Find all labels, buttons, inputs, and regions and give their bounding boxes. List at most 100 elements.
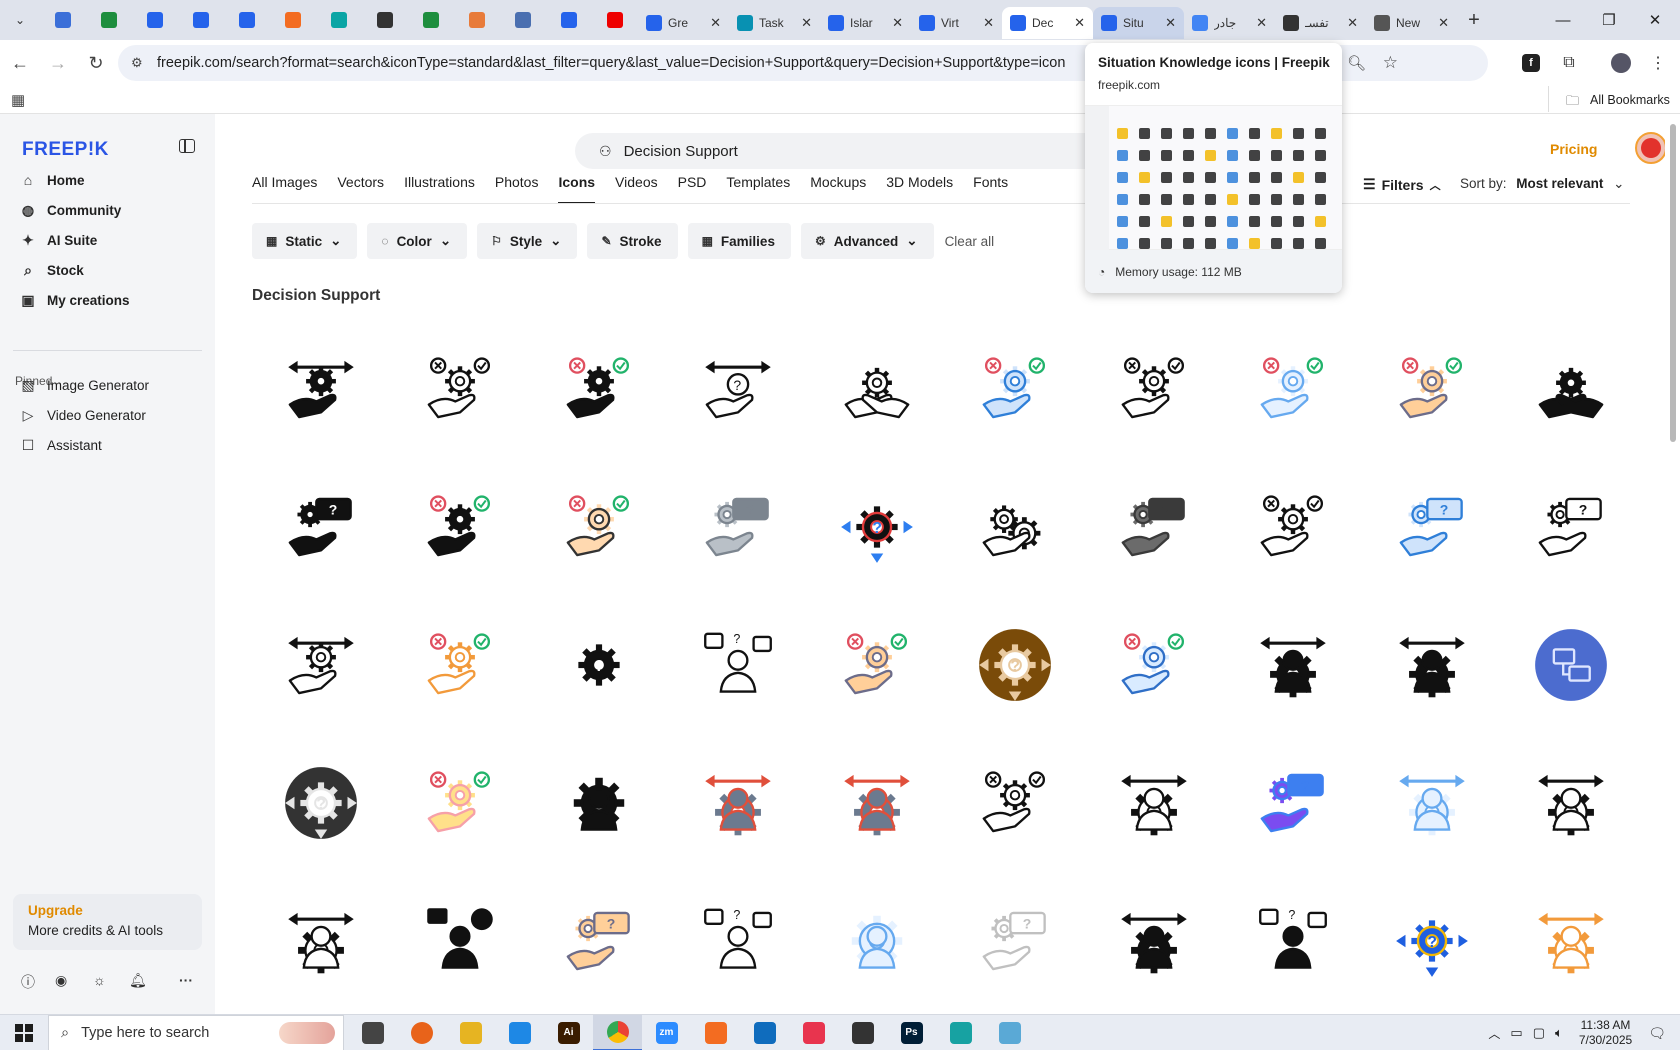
browser-tab[interactable]: Task ✕ xyxy=(729,7,820,39)
tab-all-images[interactable]: All Images xyxy=(252,174,317,204)
taskbar-search-placeholder[interactable]: Type here to search xyxy=(81,1025,209,1041)
theme-sun-icon[interactable]: ☼ xyxy=(93,972,106,988)
more-dots-icon[interactable]: ··· xyxy=(179,972,193,988)
sidebar-item-video-generator[interactable]: ▷ Video Generator xyxy=(20,400,202,430)
icon-result-card[interactable] xyxy=(1501,320,1640,458)
zoom-icon[interactable]: 🔍︎ xyxy=(1347,54,1366,72)
icon-result-card[interactable] xyxy=(530,320,669,458)
icon-result-card[interactable] xyxy=(391,320,530,458)
sidebar-item-assistant[interactable]: ☐ Assistant xyxy=(20,430,202,460)
pinned-tab-9[interactable] xyxy=(454,0,500,40)
icon-result-card[interactable] xyxy=(1501,596,1640,734)
icon-result-card[interactable]: ? xyxy=(946,596,1085,734)
icon-result-card[interactable] xyxy=(1362,596,1501,734)
pinned-tab-3[interactable] xyxy=(178,0,224,40)
pinned-tab-6[interactable] xyxy=(316,0,362,40)
scrollbar-thumb[interactable] xyxy=(1670,124,1676,442)
tab-close-icon[interactable]: ✕ xyxy=(1438,15,1449,31)
tab-vectors[interactable]: Vectors xyxy=(337,174,384,204)
icon-result-card[interactable] xyxy=(807,320,946,458)
pinned-tab-2[interactable] xyxy=(132,0,178,40)
tab-close-icon[interactable]: ✕ xyxy=(801,15,812,31)
sidebar-item-my-creations[interactable]: ▣ My creations xyxy=(20,285,202,315)
extension-f-icon[interactable]: f xyxy=(1517,49,1545,77)
all-bookmarks-link[interactable]: All Bookmarks xyxy=(1590,93,1670,107)
pinned-tab-8[interactable] xyxy=(408,0,454,40)
icon-result-card[interactable] xyxy=(807,596,946,734)
taskbar-app-vscode[interactable] xyxy=(495,1015,544,1050)
upgrade-title[interactable]: Upgrade xyxy=(28,903,187,918)
icon-result-card[interactable] xyxy=(1085,596,1224,734)
tab-3d-models[interactable]: 3D Models xyxy=(886,174,953,204)
icon-result-card[interactable]: ? xyxy=(668,872,807,1010)
icon-result-card[interactable]: ? xyxy=(668,596,807,734)
pinned-tab-12[interactable] xyxy=(592,0,638,40)
reload-button[interactable]: ↻ xyxy=(78,45,114,81)
forward-button[interactable]: → xyxy=(40,45,76,81)
icon-result-card[interactable] xyxy=(1501,872,1640,1010)
taskbar-app-outlook[interactable] xyxy=(740,1015,789,1050)
sidebar-item-stock[interactable]: ⌕ Stock xyxy=(20,255,202,285)
icon-result-card[interactable]: ? xyxy=(1085,458,1224,596)
icon-result-card[interactable]: ? xyxy=(1362,872,1501,1010)
icon-result-card[interactable] xyxy=(807,734,946,872)
pinned-tab-10[interactable] xyxy=(500,0,546,40)
icon-result-card[interactable] xyxy=(252,320,391,458)
tab-search-button[interactable]: ⌄ xyxy=(0,0,40,40)
sidebar-item-ai-suite[interactable]: ✦ AI Suite xyxy=(20,225,202,255)
bell-icon[interactable]: 🔔︎ xyxy=(129,972,147,989)
upgrade-card[interactable]: Upgrade More credits & AI tools xyxy=(13,894,202,950)
icon-result-card[interactable]: ? xyxy=(1362,458,1501,596)
icon-result-card[interactable]: ? xyxy=(252,458,391,596)
volume-icon[interactable]: 🔈︎ xyxy=(1555,1025,1563,1041)
icon-result-card[interactable] xyxy=(391,458,530,596)
icon-result-card[interactable] xyxy=(252,872,391,1010)
filter-chip-color[interactable]: ◌ Color ⌄ xyxy=(367,223,468,259)
filter-chip-families[interactable]: ▦ Families xyxy=(687,223,791,259)
browser-tab[interactable]: تفسـ ✕ xyxy=(1275,7,1366,39)
taskbar-app-app-notepad[interactable] xyxy=(985,1015,1034,1050)
taskbar-app-file-explorer[interactable] xyxy=(446,1015,495,1050)
tab-close-icon[interactable]: ✕ xyxy=(1347,15,1358,31)
icon-result-card[interactable] xyxy=(1224,458,1363,596)
search-value[interactable]: Decision Support xyxy=(624,143,738,160)
icon-result-card[interactable]: ? xyxy=(530,872,669,1010)
icon-result-card[interactable]: ? xyxy=(252,734,391,872)
icon-result-card[interactable]: ? xyxy=(668,320,807,458)
icon-result-card[interactable] xyxy=(530,734,669,872)
discord-icon[interactable]: ◉ xyxy=(55,972,67,989)
sidebar-toggle-icon[interactable] xyxy=(179,139,195,153)
filters-button[interactable]: ☰ Filters ︿ xyxy=(1363,176,1441,193)
start-button[interactable] xyxy=(0,1015,48,1050)
tab-photos[interactable]: Photos xyxy=(495,174,539,204)
site-info-icon[interactable]: ⚙ xyxy=(131,55,143,71)
tab-close-icon[interactable]: ✕ xyxy=(983,15,994,31)
icon-result-card[interactable] xyxy=(391,734,530,872)
tab-videos[interactable]: Videos xyxy=(615,174,658,204)
kebab-menu-icon[interactable]: ⋮ xyxy=(1644,49,1672,77)
sidebar-item-home[interactable]: ⌂ Home xyxy=(20,165,202,195)
tab-close-icon[interactable]: ✕ xyxy=(1074,15,1085,31)
sort-value[interactable]: Most relevant xyxy=(1516,176,1603,191)
tab-close-icon[interactable]: ✕ xyxy=(1165,15,1176,31)
restore-button[interactable]: ❐ xyxy=(1586,0,1632,40)
taskbar-app-illustrator[interactable]: Ai xyxy=(544,1015,593,1050)
back-button[interactable]: ← xyxy=(2,45,38,81)
url-text[interactable]: freepik.com/search?format=search&iconTyp… xyxy=(157,55,1065,71)
browser-tab[interactable]: New ✕ xyxy=(1366,7,1457,39)
freepik-logo[interactable]: FREEP!K xyxy=(22,139,109,161)
taskbar-app-pen-tool[interactable] xyxy=(838,1015,887,1050)
icon-result-card[interactable] xyxy=(530,458,669,596)
page-scrollbar[interactable] xyxy=(1665,114,1680,1014)
icon-result-card[interactable] xyxy=(1224,320,1363,458)
icon-result-card[interactable] xyxy=(1085,872,1224,1010)
browser-tab[interactable]: Virt ✕ xyxy=(911,7,1002,39)
filter-chip-stroke[interactable]: ✎ Stroke xyxy=(587,223,678,259)
icon-result-card[interactable] xyxy=(1085,734,1224,872)
new-tab-button[interactable]: + xyxy=(1457,4,1491,36)
filter-chip-advanced[interactable]: ⚙ Advanced ⌄ xyxy=(800,223,934,259)
icon-result-card[interactable]: ? xyxy=(807,458,946,596)
tab-psd[interactable]: PSD xyxy=(678,174,707,204)
tab-icons[interactable]: Icons xyxy=(558,174,596,204)
icon-result-card[interactable] xyxy=(1224,596,1363,734)
